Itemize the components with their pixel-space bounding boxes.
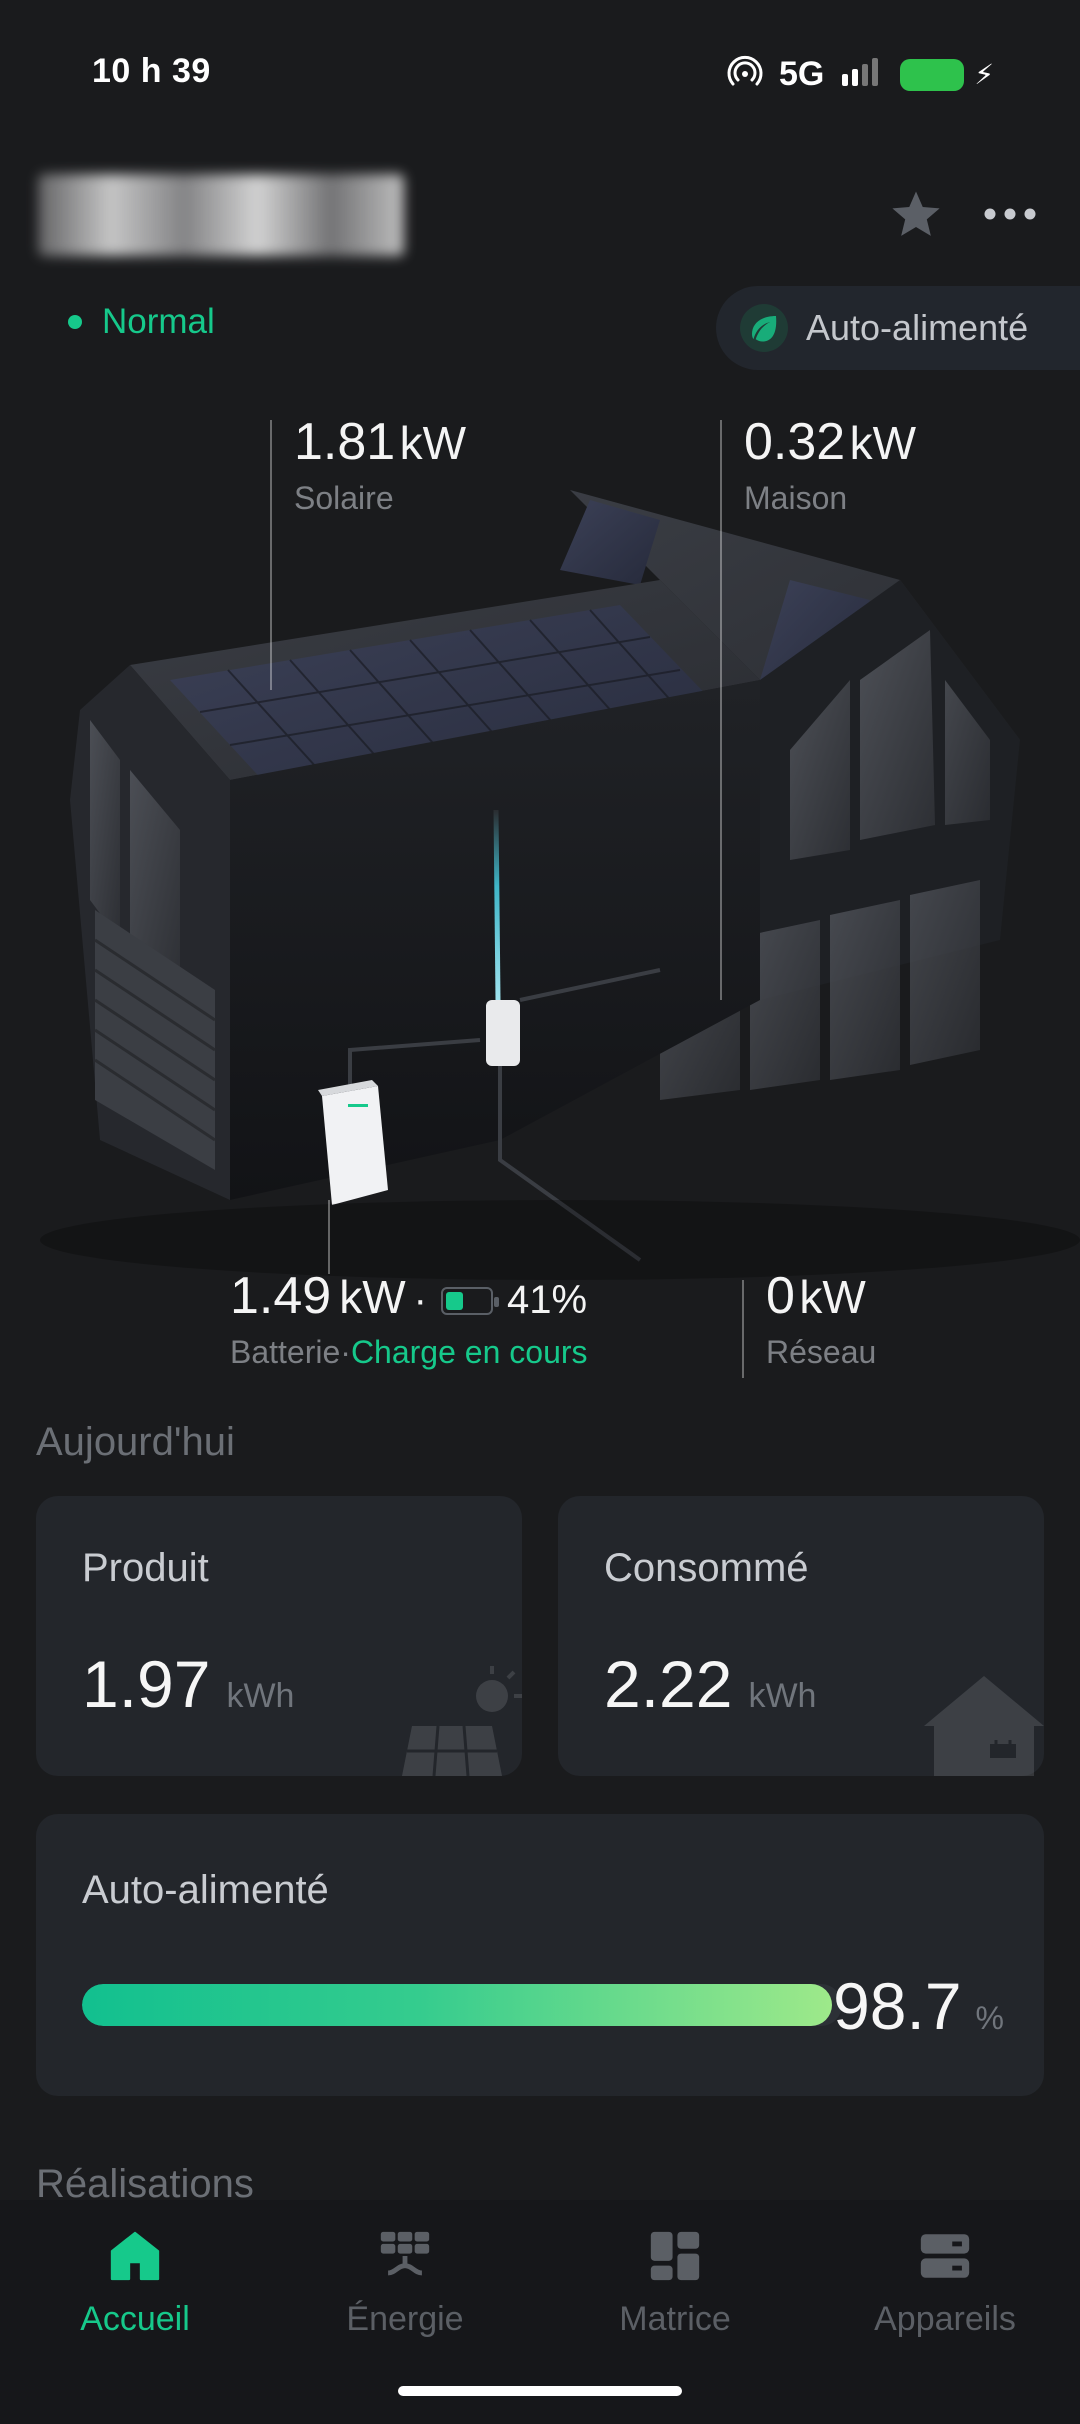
battery-leader-line (328, 1200, 330, 1274)
nav-item-home[interactable]: Accueil (0, 2226, 270, 2424)
matrix-icon (645, 2226, 705, 2286)
signal-icon (840, 56, 884, 93)
self-powered-card[interactable]: Auto-alimenté 98.7 % (36, 1814, 1044, 2096)
consumed-unit: kWh (748, 1677, 817, 1715)
battery-label: Batterie (230, 1334, 341, 1370)
star-icon (892, 191, 940, 236)
site-name-blurred (38, 174, 404, 256)
battery-label-row: Batterie·Charge en cours (230, 1334, 588, 1371)
leaf-icon (740, 304, 788, 352)
nav-label-energy: Énergie (346, 2300, 464, 2338)
more-options-button[interactable] (978, 182, 1042, 246)
produced-title: Produit (82, 1546, 209, 1590)
produced-unit: kWh (226, 1677, 295, 1715)
self-powered-unit: % (975, 2000, 1004, 2036)
battery-state: Charge en cours (350, 1334, 588, 1370)
solar-metric[interactable]: 1.81 kW Solaire (294, 412, 466, 517)
battery-level-icon (440, 1287, 499, 1315)
energy-icon (375, 2226, 435, 2286)
battery-charging-icon (900, 58, 965, 91)
consumed-card[interactable]: Consommé 2.22 kWh (558, 1496, 1044, 1776)
bolt-icon: ⚡ (974, 59, 994, 90)
system-status: Normal (68, 302, 215, 342)
nav-label-devices: Appareils (874, 2300, 1016, 2338)
home-icon (105, 2226, 165, 2286)
house-illustration (40, 490, 1080, 1280)
self-powered-badge-label: Auto-alimenté (806, 307, 1029, 348)
grid-unit: kW (799, 1271, 866, 1323)
home-leader-line (720, 420, 722, 1000)
produced-card[interactable]: Produit 1.97 kWh (36, 1496, 522, 1776)
home-label: Maison (744, 480, 848, 516)
status-dot (68, 315, 82, 329)
consumed-title: Consommé (604, 1546, 809, 1590)
favorite-button[interactable] (884, 182, 948, 246)
consumed-value: 2.22 (604, 1647, 733, 1721)
battery-label-separator: · (340, 1334, 351, 1370)
battery-metric[interactable]: 1.49 kW · 41% Batterie·Charge en cours (230, 1266, 588, 1371)
grid-leader-line (742, 1280, 744, 1378)
nav-label-matrix: Matrice (619, 2300, 731, 2338)
grid-label: Réseau (766, 1334, 877, 1370)
today-section-title: Aujourd'hui (36, 1420, 235, 1464)
status-bar-time: 10 h 39 (92, 52, 211, 90)
home-metric[interactable]: 0.32 kW Maison (744, 412, 916, 517)
solar-panel-icon (402, 1666, 522, 1776)
self-powered-progress-track (82, 1984, 842, 2026)
battery-unit: kW (339, 1271, 406, 1323)
status-bar-icons: 5G ⚡ (727, 54, 994, 95)
solar-leader-line (270, 420, 272, 690)
self-powered-badge[interactable]: Auto-alimenté (716, 286, 1080, 370)
home-value: 0.32 (744, 413, 846, 471)
house-plug-icon (924, 1676, 1044, 1776)
solar-label: Solaire (294, 480, 394, 516)
grid-value: 0 (766, 1267, 795, 1325)
hotspot-icon (727, 54, 763, 95)
battery-value: 1.49 (230, 1267, 332, 1325)
battery-device (322, 1086, 388, 1205)
produced-value: 1.97 (82, 1647, 211, 1721)
self-powered-progress-fill (82, 1984, 833, 2026)
network-type: 5G (778, 55, 825, 93)
home-indicator (398, 2386, 682, 2396)
battery-level-fill (445, 1292, 463, 1310)
self-powered-title: Auto-alimenté (82, 1868, 329, 1912)
battery-percent: 41% (506, 1278, 588, 1322)
more-icon (984, 208, 1036, 220)
inverter-device (486, 1000, 520, 1066)
solar-unit: kW (399, 417, 467, 469)
nav-label-home: Accueil (80, 2300, 190, 2338)
home-unit: kW (849, 417, 917, 469)
devices-icon (915, 2226, 975, 2286)
grid-metric[interactable]: 0 kW Réseau (766, 1266, 876, 1371)
battery-separator: · (413, 1278, 427, 1322)
self-powered-value: 98.7 (833, 1969, 962, 2043)
status-label: Normal (102, 302, 215, 341)
solar-value: 1.81 (294, 413, 396, 471)
nav-item-devices[interactable]: Appareils (810, 2226, 1080, 2424)
